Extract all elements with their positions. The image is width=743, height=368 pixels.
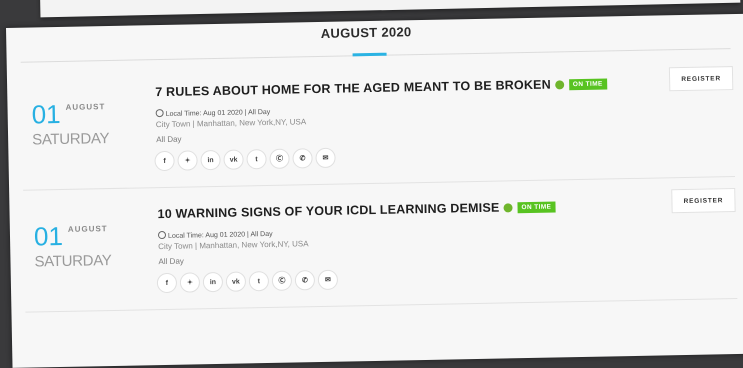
month-heading: AUGUST 2020: [320, 24, 412, 41]
event-time-separator: |: [244, 109, 247, 117]
status-badge: ON TIME: [517, 201, 556, 214]
event-time-value: All Day: [250, 230, 273, 239]
event-title[interactable]: 10 WARNING SIGNS OF YOUR ICDL LEARNING D…: [157, 201, 499, 222]
linkedin-icon[interactable]: in: [202, 271, 224, 293]
event-location: City Town | Manhattan, New York,NY, USA: [158, 239, 309, 252]
event-time: Local Time: Aug 01 2020 | All Day: [155, 107, 271, 118]
event-date-weekday: SATURDAY: [31, 130, 110, 149]
share-buttons: f ✦ in vk t Ⓒ ✆ ✉: [156, 269, 339, 294]
event-date-month: AUGUST: [67, 224, 108, 234]
whatsapp-icon[interactable]: ✆: [292, 148, 313, 169]
facebook-icon[interactable]: f: [156, 272, 178, 294]
status-badge: ON TIME: [568, 78, 607, 91]
vk-icon[interactable]: vk: [223, 149, 244, 170]
month-active-underline: [352, 52, 387, 57]
email-icon[interactable]: ✉: [317, 269, 339, 291]
whatsapp-icon[interactable]: ✆: [294, 270, 316, 291]
events-calendar-panel: AUGUST 2020 01 AUGUST SATURDAY 7 RULES A…: [6, 13, 743, 368]
linkedin-icon[interactable]: in: [200, 149, 221, 171]
event-time-label: Local Time: Aug 01 2020: [167, 231, 246, 240]
clock-icon: [155, 108, 164, 118]
event-title-row: 10 WARNING SIGNS OF YOUR ICDL LEARNING D…: [157, 199, 556, 222]
event-date-weekday: SATURDAY: [34, 252, 112, 271]
event-date-number: 01: [33, 220, 64, 252]
event-all-day: All Day: [156, 134, 182, 145]
event-row: 01 AUGUST SATURDAY 7 RULES ABOUT HOME FO…: [20, 60, 735, 191]
tumblr-icon[interactable]: t: [246, 149, 267, 170]
background-window: [39, 0, 741, 18]
twitter-icon[interactable]: ✦: [179, 272, 201, 293]
event-location: City Town | Manhattan, New York,NY, USA: [155, 117, 307, 130]
email-icon[interactable]: ✉: [315, 147, 336, 169]
status-dot-icon: [503, 203, 513, 213]
share-buttons: f ✦ in vk t Ⓒ ✆ ✉: [154, 147, 336, 172]
twitter-icon[interactable]: ✦: [177, 150, 198, 171]
register-button[interactable]: REGISTER: [671, 188, 736, 214]
reddit-icon[interactable]: Ⓒ: [271, 270, 293, 291]
event-time: Local Time: Aug 01 2020 | All Day: [157, 229, 273, 240]
event-row: 01 AUGUST SATURDAY 10 WARNING SIGNS OF Y…: [23, 182, 738, 313]
status-dot-icon: [554, 80, 564, 90]
event-title-row: 7 RULES ABOUT HOME FOR THE AGED MEANT TO…: [155, 76, 607, 99]
event-title[interactable]: 7 RULES ABOUT HOME FOR THE AGED MEANT TO…: [155, 78, 551, 100]
vk-icon[interactable]: vk: [225, 271, 247, 292]
register-button[interactable]: REGISTER: [668, 66, 734, 92]
event-date-month: AUGUST: [65, 102, 106, 112]
event-time-value: All Day: [248, 108, 271, 117]
reddit-icon[interactable]: Ⓒ: [269, 148, 290, 169]
event-date-number: 01: [31, 98, 61, 130]
tumblr-icon[interactable]: t: [248, 271, 270, 292]
event-time-separator: |: [246, 231, 249, 239]
event-time-label: Local Time: Aug 01 2020: [165, 109, 243, 118]
event-all-day: All Day: [158, 256, 184, 267]
facebook-icon[interactable]: f: [154, 150, 175, 172]
clock-icon: [157, 230, 167, 240]
